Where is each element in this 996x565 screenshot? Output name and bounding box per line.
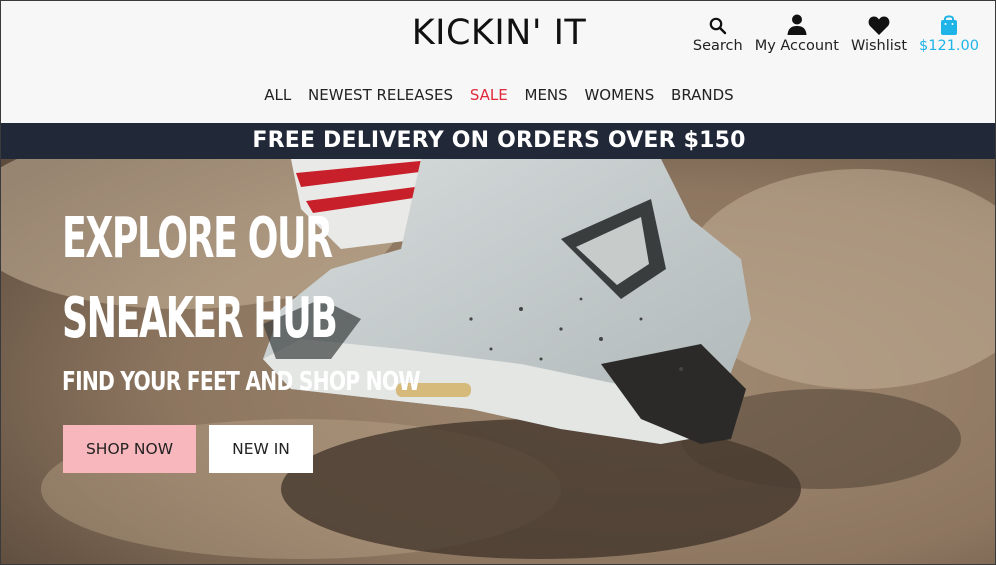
bag-icon xyxy=(940,13,958,35)
hero-title: EXPLORE OUR SNEAKER HUB xyxy=(62,199,350,359)
new-in-button[interactable]: NEW IN xyxy=(209,425,313,473)
nav-item-newest-releases[interactable]: NEWEST RELEASES xyxy=(308,86,453,104)
search-button[interactable]: Search xyxy=(693,13,743,54)
account-icon xyxy=(787,13,807,35)
my-account-label: My Account xyxy=(754,38,839,54)
wishlist-label: Wishlist xyxy=(850,38,908,54)
cart-total: $121.00 xyxy=(919,38,979,54)
nav-item-mens[interactable]: MENS xyxy=(525,86,568,104)
hero-title-line-2: SNEAKER HUB xyxy=(62,286,338,351)
wishlist-button[interactable]: Wishlist xyxy=(851,13,907,54)
main-nav: ALL NEWEST RELEASES SALE MENS WOMENS BRA… xyxy=(1,86,995,104)
my-account-button[interactable]: My Account xyxy=(755,13,839,54)
nav-item-sale[interactable]: SALE xyxy=(470,86,508,104)
hero-title-line-1: EXPLORE OUR xyxy=(62,206,333,271)
search-icon xyxy=(709,13,727,35)
nav-item-all[interactable]: ALL xyxy=(264,86,291,104)
search-label: Search xyxy=(692,38,743,54)
heart-icon xyxy=(868,13,890,35)
cart-button[interactable]: $121.00 xyxy=(919,13,979,54)
shop-now-button[interactable]: SHOP NOW xyxy=(63,425,196,473)
nav-item-womens[interactable]: WOMENS xyxy=(584,86,654,104)
promo-banner: FREE DELIVERY ON ORDERS OVER $150 xyxy=(1,123,995,159)
nav-item-brands[interactable]: BRANDS xyxy=(671,86,734,104)
page-frame: KICKIN' IT Search My Account Wishlist $1… xyxy=(0,0,996,565)
hero-subtitle: FIND YOUR FEET AND SHOP NOW xyxy=(62,367,421,397)
header-actions: Search My Account Wishlist $121.00 xyxy=(693,13,979,54)
site-header: KICKIN' IT Search My Account Wishlist $1… xyxy=(1,1,995,123)
hero-section: EXPLORE OUR SNEAKER HUB FIND YOUR FEET A… xyxy=(1,159,995,564)
